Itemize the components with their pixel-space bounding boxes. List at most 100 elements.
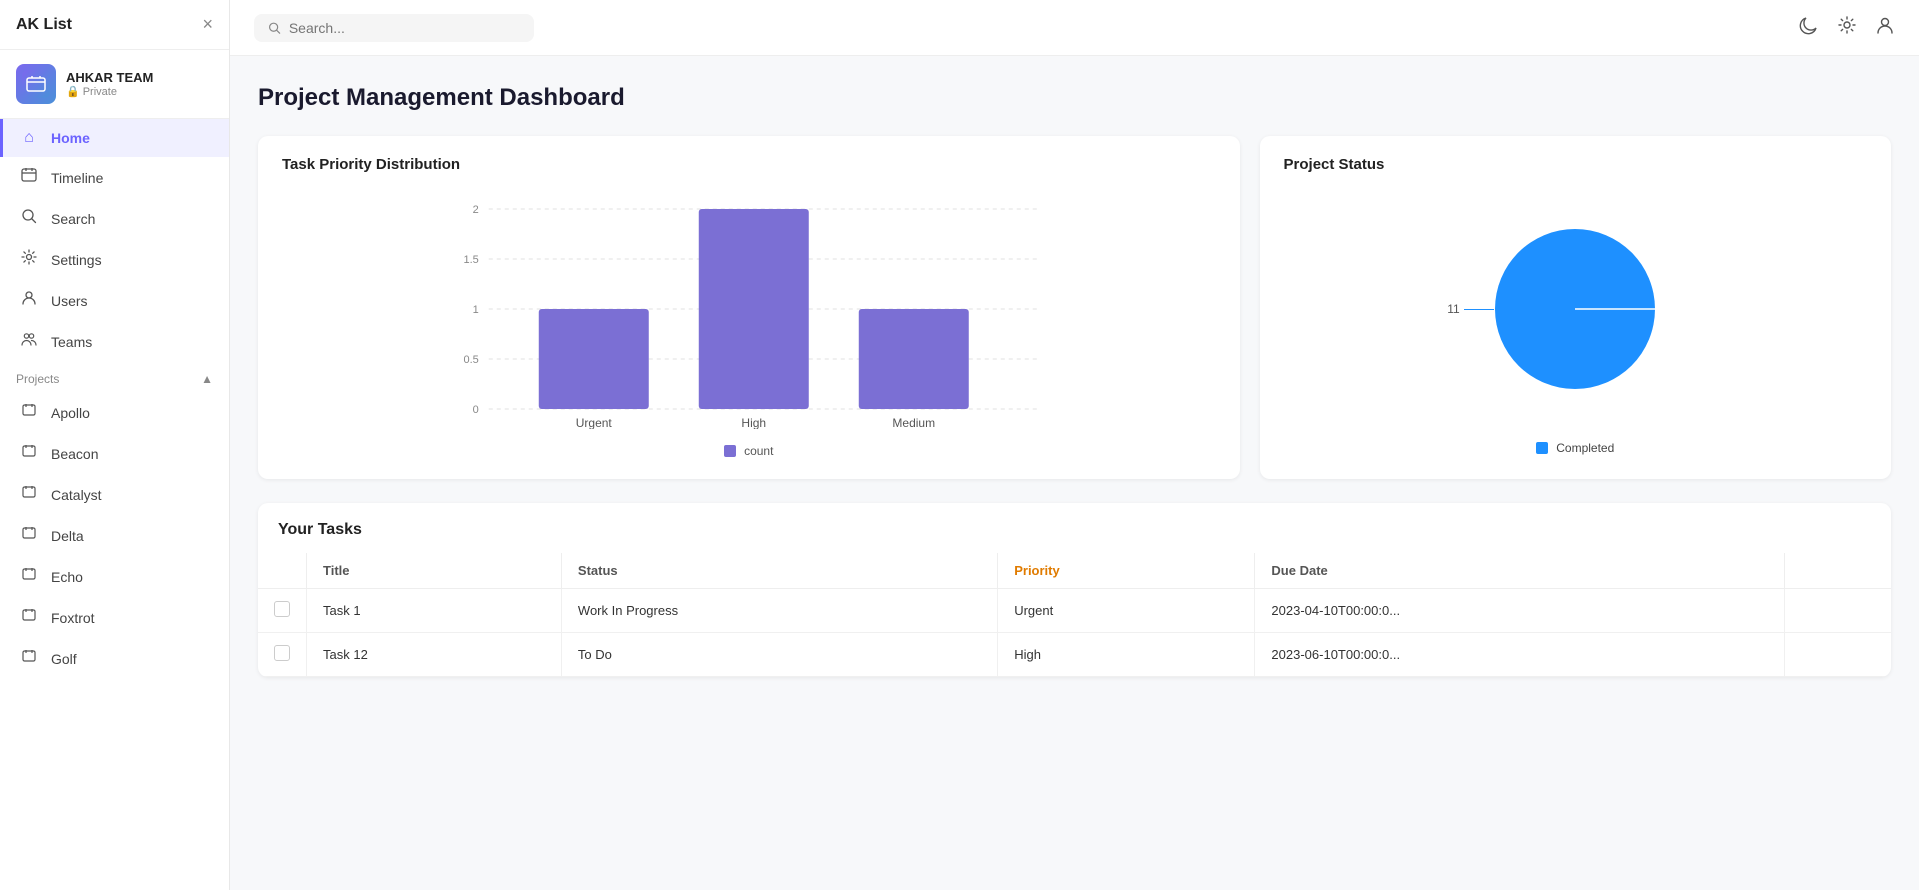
task-title: Task 12 — [307, 633, 562, 677]
team-name: AHKAR TEAM — [66, 70, 153, 85]
pie-chart-area: 11 Completed — [1284, 189, 1867, 455]
sidebar-item-apollo[interactable]: Apollo — [0, 392, 229, 433]
sidebar-item-label: Settings — [51, 252, 102, 268]
sidebar-item-settings[interactable]: Settings — [0, 239, 229, 280]
sidebar-item-users[interactable]: Users — [0, 280, 229, 321]
task-checkbox[interactable] — [274, 645, 290, 661]
pie-svg — [1475, 209, 1675, 409]
task-status: To Do — [561, 633, 997, 677]
main-area: Project Management Dashboard Task Priori… — [230, 0, 1919, 890]
sidebar-item-label: Foxtrot — [51, 610, 95, 626]
users-icon — [19, 290, 39, 311]
sidebar-item-timeline[interactable]: Timeline — [0, 157, 229, 198]
search-icon — [19, 208, 39, 229]
task-due-date: 2023-06-10T00:00:0... — [1255, 633, 1785, 677]
pie-chart-title: Project Status — [1284, 156, 1867, 173]
sidebar-item-delta[interactable]: Delta — [0, 515, 229, 556]
svg-text:0.5: 0.5 — [463, 354, 478, 366]
project-icon — [19, 648, 39, 669]
task-priority: High — [998, 633, 1255, 677]
row-checkbox-cell — [258, 633, 307, 677]
gear-icon[interactable] — [1837, 15, 1857, 40]
sidebar-item-label: Echo — [51, 569, 83, 585]
svg-text:0: 0 — [473, 404, 479, 416]
projects-list: Apollo Beacon Catalyst Delta Echo — [0, 392, 229, 679]
sidebar-item-label: Beacon — [51, 446, 98, 462]
table-row: Task 1 Work In Progress Urgent 2023-04-1… — [258, 589, 1891, 633]
team-section: AHKAR TEAM 🔒 Private — [0, 50, 229, 119]
project-icon — [19, 607, 39, 628]
sidebar-item-search[interactable]: Search — [0, 198, 229, 239]
task-status: Work In Progress — [561, 589, 997, 633]
project-icon — [19, 566, 39, 587]
user-icon[interactable] — [1875, 15, 1895, 40]
sidebar-item-teams[interactable]: Teams — [0, 321, 229, 362]
row-checkbox-cell — [258, 589, 307, 633]
sidebar-item-home[interactable]: ⌂ Home — [0, 119, 229, 157]
svg-text:1.5: 1.5 — [463, 254, 478, 266]
th-status: Status — [561, 553, 997, 589]
sidebar-item-label: Golf — [51, 651, 77, 667]
page-title: Project Management Dashboard — [258, 84, 1891, 112]
sidebar-item-golf[interactable]: Golf — [0, 638, 229, 679]
task-priority-chart-card: Task Priority Distribution 2 1.5 1 0.5 — [258, 136, 1240, 479]
topbar — [230, 0, 1919, 56]
close-icon[interactable]: × — [202, 14, 213, 35]
sidebar-header: AK List × — [0, 0, 229, 50]
sidebar-item-label: Delta — [51, 528, 84, 544]
topbar-icons — [1799, 15, 1895, 40]
main-content: Project Management Dashboard Task Priori… — [230, 56, 1919, 890]
th-due-date: Due Date — [1255, 553, 1785, 589]
pie-legend: Completed — [1536, 441, 1614, 455]
bar-chart-title: Task Priority Distribution — [282, 156, 1216, 173]
sidebar-item-label: Catalyst — [51, 487, 102, 503]
bar-chart-area: 2 1.5 1 0.5 0 Urgent High — [282, 189, 1216, 459]
sidebar-title: AK List — [16, 16, 72, 34]
bar-chart-svg: 2 1.5 1 0.5 0 Urgent High — [282, 189, 1216, 429]
task-priority: Urgent — [998, 589, 1255, 633]
task-checkbox[interactable] — [274, 601, 290, 617]
sidebar-item-beacon[interactable]: Beacon — [0, 433, 229, 474]
search-icon — [268, 21, 281, 35]
sidebar-item-label: Teams — [51, 334, 92, 350]
pie-container: 11 — [1475, 209, 1675, 409]
chevron-up-icon: ▲ — [201, 372, 213, 386]
sidebar: AK List × AHKAR TEAM 🔒 Private ⌂ H — [0, 0, 230, 890]
team-avatar-icon — [22, 70, 50, 98]
tasks-card: Your Tasks Title Status Priority Due Dat… — [258, 503, 1891, 677]
sidebar-item-catalyst[interactable]: Catalyst — [0, 474, 229, 515]
sidebar-item-echo[interactable]: Echo — [0, 556, 229, 597]
main-nav: ⌂ Home Timeline Search Settings Users — [0, 119, 229, 362]
sidebar-item-foxtrot[interactable]: Foxtrot — [0, 597, 229, 638]
moon-icon[interactable] — [1799, 15, 1819, 40]
home-icon: ⌂ — [19, 129, 39, 147]
pie-value-label: 11 — [1447, 302, 1493, 316]
th-extra — [1785, 553, 1892, 589]
search-box[interactable] — [254, 14, 534, 42]
svg-text:2: 2 — [473, 204, 479, 216]
bar-chart-legend: count — [282, 444, 1216, 458]
pie-legend-label: Completed — [1556, 441, 1614, 455]
svg-text:1: 1 — [473, 304, 479, 316]
table-header-row: Title Status Priority Due Date — [258, 553, 1891, 589]
sidebar-item-label: Timeline — [51, 170, 103, 186]
lock-icon: 🔒 — [66, 85, 80, 98]
team-info: AHKAR TEAM 🔒 Private — [66, 70, 153, 98]
search-input[interactable] — [289, 20, 520, 36]
sidebar-item-label: Search — [51, 211, 95, 227]
projects-label: Projects — [16, 372, 59, 386]
team-avatar — [16, 64, 56, 104]
task-due-date: 2023-04-10T00:00:0... — [1255, 589, 1785, 633]
sidebar-item-label: Users — [51, 293, 88, 309]
project-icon — [19, 443, 39, 464]
project-icon — [19, 484, 39, 505]
project-icon — [19, 402, 39, 423]
legend-color-dot — [724, 445, 736, 457]
projects-section-header[interactable]: Projects ▲ — [0, 362, 229, 392]
th-checkbox — [258, 553, 307, 589]
legend-label: count — [744, 444, 773, 458]
task-extra — [1785, 633, 1892, 677]
task-extra — [1785, 589, 1892, 633]
sidebar-item-label: Apollo — [51, 405, 90, 421]
svg-text:Urgent: Urgent — [576, 416, 613, 429]
